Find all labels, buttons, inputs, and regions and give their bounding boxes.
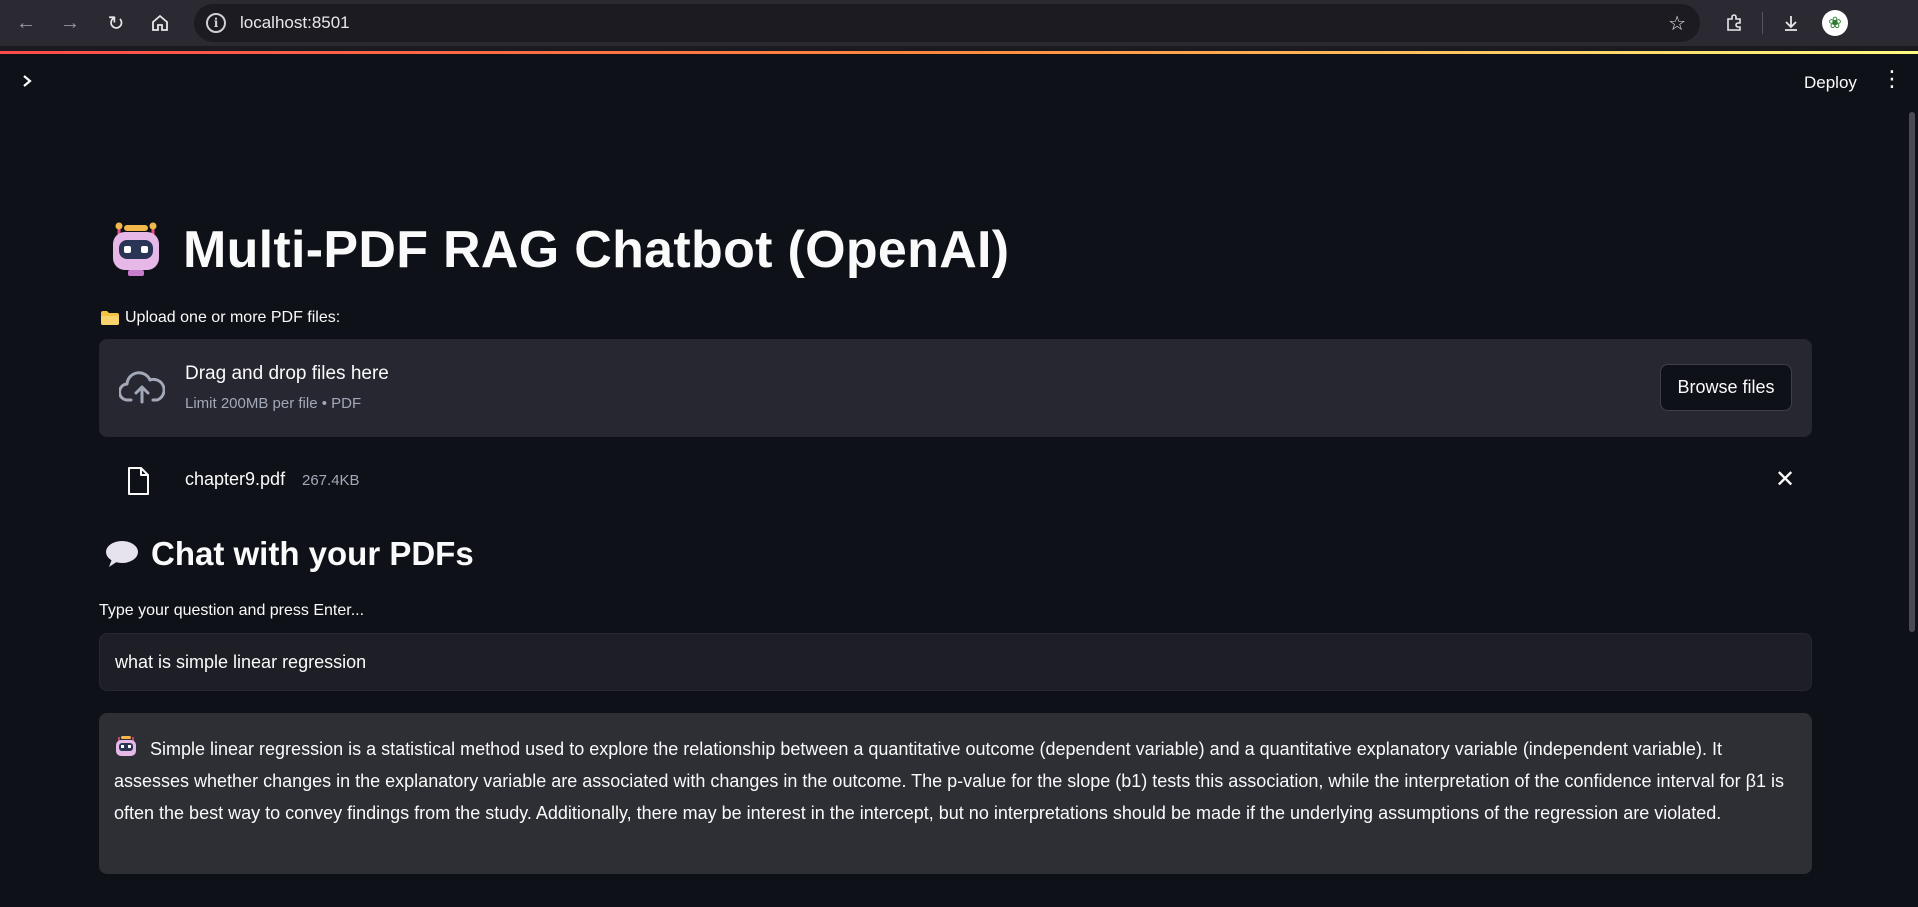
answer-text: Simple linear regression is a statistica…: [114, 739, 1784, 823]
forward-icon[interactable]: →: [48, 0, 92, 46]
avatar: ❀: [1822, 10, 1848, 36]
dropzone-limit: Limit 200MB per file • PDF: [185, 395, 362, 412]
robot-icon: [107, 221, 165, 279]
chat-heading-row: Chat with your PDFs: [105, 535, 474, 573]
url-text: localhost:8501: [240, 13, 350, 32]
app-header: Deploy ⋮: [0, 54, 1918, 112]
upload-label-text: Upload one or more PDF files:: [125, 309, 341, 326]
upload-label: Upload one or more PDF files:: [101, 309, 340, 327]
scrollbar[interactable]: [1906, 112, 1918, 907]
dropzone-instructions: Drag and drop files here: [185, 363, 389, 384]
back-icon[interactable]: ←: [4, 0, 48, 46]
home-icon[interactable]: [138, 0, 182, 46]
file-icon: [127, 467, 149, 495]
downloads-icon[interactable]: [1769, 0, 1813, 46]
title-row: Multi-PDF RAG Chatbot (OpenAI): [107, 220, 1009, 280]
address-bar[interactable]: i localhost:8501 ☆: [194, 4, 1700, 42]
question-input[interactable]: [99, 633, 1812, 691]
extensions-icon[interactable]: [1712, 0, 1756, 46]
reload-icon[interactable]: ↻: [94, 0, 138, 46]
bookmark-star-icon[interactable]: ☆: [1668, 11, 1686, 36]
site-info-icon[interactable]: i: [206, 13, 226, 33]
chat-heading: Chat with your PDFs: [151, 535, 474, 572]
folder-icon: [101, 311, 119, 325]
profile-avatar[interactable]: ❀: [1813, 0, 1857, 46]
more-vertical-icon[interactable]: ⋮: [1880, 66, 1904, 92]
toolbar-divider: [1762, 12, 1763, 34]
browse-files-button[interactable]: Browse files: [1660, 364, 1792, 411]
answer-box: Simple linear regression is a statistica…: [99, 713, 1812, 874]
deploy-button[interactable]: Deploy: [1794, 69, 1867, 97]
file-name: chapter9.pdf: [185, 469, 286, 489]
chevron-right-icon[interactable]: [14, 68, 40, 94]
page-title: Multi-PDF RAG Chatbot (OpenAI): [183, 221, 1010, 279]
scroll-thumb[interactable]: [1909, 112, 1915, 632]
uploaded-file-row: chapter9.pdf 267.4KB ✕: [99, 457, 1812, 507]
question-label: Type your question and press Enter...: [99, 602, 365, 619]
file-dropzone[interactable]: Drag and drop files here Limit 200MB per…: [99, 339, 1812, 437]
close-icon[interactable]: ✕: [1771, 465, 1799, 494]
cloud-upload-icon: [118, 369, 166, 405]
speech-bubble-icon: [105, 540, 139, 568]
browser-toolbar: ← → ↻ i localhost:8501 ☆ ❀: [0, 0, 1918, 46]
robot-icon: [114, 735, 138, 759]
file-size: 267.4KB: [302, 472, 360, 489]
